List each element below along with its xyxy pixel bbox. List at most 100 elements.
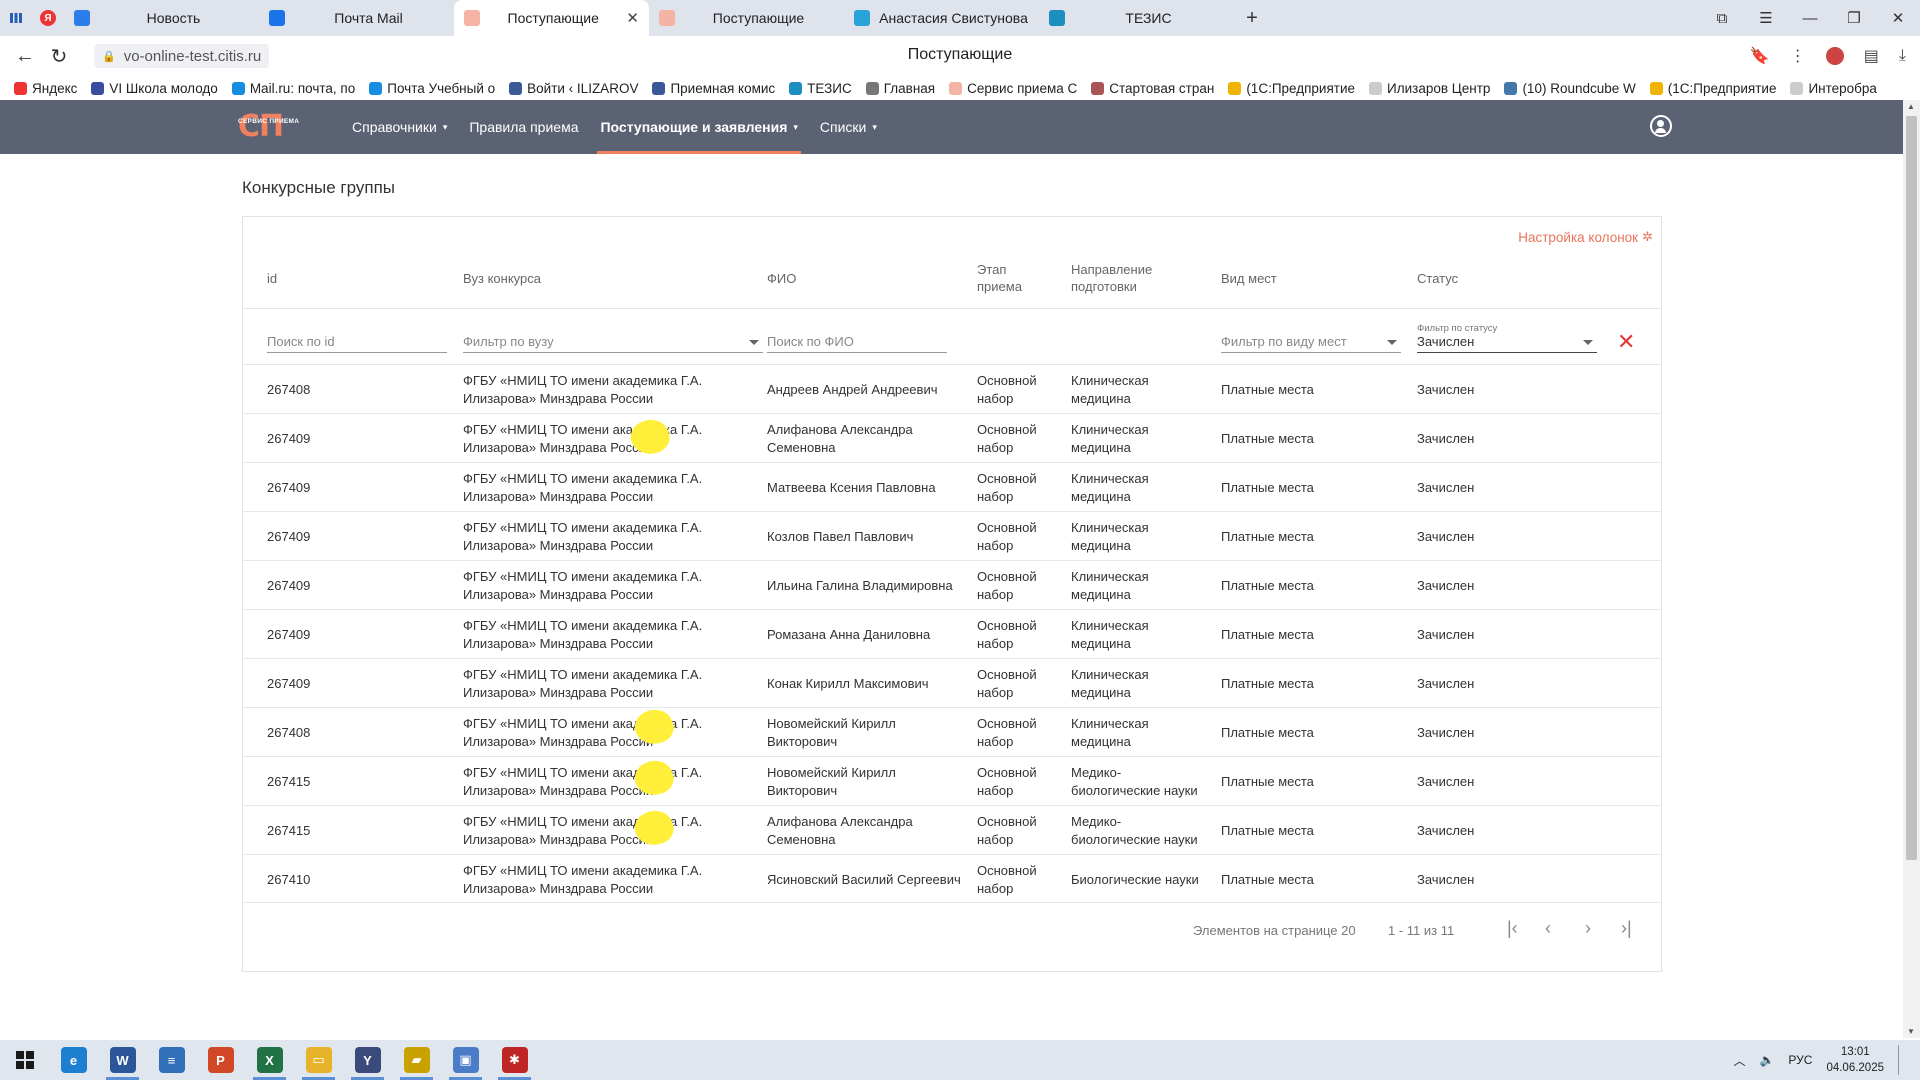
- scroll-up-icon[interactable]: ▲: [1907, 102, 1915, 111]
- yandex-icon[interactable]: Я: [32, 0, 64, 36]
- taskbar-app-app9[interactable]: ▣: [441, 1040, 490, 1080]
- close-tab-icon[interactable]: ✕: [626, 9, 639, 27]
- nav-item[interactable]: Справочники ▾: [352, 100, 447, 154]
- menu-icon[interactable]: ☰: [1744, 9, 1788, 27]
- browser-tab[interactable]: Поступающие: [649, 0, 844, 36]
- column-header-direction[interactable]: Направление подготовки: [1071, 255, 1211, 301]
- scrollbar-thumb[interactable]: [1906, 116, 1917, 860]
- column-header-id[interactable]: id: [267, 255, 447, 301]
- browser-tab[interactable]: Анастасия Свистунова: [844, 0, 1039, 36]
- prev-page-icon[interactable]: ‹: [1545, 918, 1551, 939]
- bookmark-item[interactable]: Mail.ru: почта, по: [231, 81, 355, 96]
- language-indicator[interactable]: РУС: [1788, 1053, 1812, 1067]
- table-row[interactable]: 267409 ФГБУ «НМИЦ ТО имени академика Г.А.…: [243, 658, 1661, 707]
- table-row[interactable]: 267409 ФГБУ «НМИЦ ТО имени академика Г.А.…: [243, 511, 1661, 560]
- seat-type-filter-select[interactable]: Фильтр по виду мест: [1221, 327, 1401, 353]
- bookmark-item[interactable]: Стартовая стран: [1091, 81, 1214, 96]
- bookmarks-bar: Яндекс VI Школа молодо Mail.ru: почта, по П…: [0, 76, 1920, 100]
- bookmark-item[interactable]: Главная: [865, 81, 935, 96]
- table-row[interactable]: 267409 ФГБУ «НМИЦ ТО имени академика Г.А.…: [243, 560, 1661, 609]
- page-scrollbar[interactable]: ▲ ▼: [1903, 100, 1920, 1038]
- taskbar-app-app10[interactable]: ✱: [490, 1040, 539, 1080]
- bookmark-item[interactable]: ТЕЗИС: [789, 81, 852, 96]
- tabs-panel-icon[interactable]: [0, 0, 32, 36]
- downloads-icon[interactable]: ⤓: [1899, 47, 1906, 65]
- minimize-button[interactable]: —: [1788, 10, 1832, 27]
- table-row[interactable]: 267409 ФГБУ «НМИЦ ТО имени академика Г.А.…: [243, 609, 1661, 658]
- taskbar-app-app8[interactable]: ▰: [392, 1040, 441, 1080]
- yandex-icon: Y: [354, 1047, 381, 1073]
- profile-avatar[interactable]: [1825, 47, 1844, 65]
- cell-id: 267408: [267, 724, 311, 740]
- clear-filter-icon[interactable]: ✕: [1617, 329, 1635, 355]
- url-field[interactable]: 🔒 vo-online-test.citis.ru: [94, 44, 270, 68]
- reload-button[interactable]: ↻: [42, 44, 76, 69]
- table-row[interactable]: 267409 ФГБУ «НМИЦ ТО имени академика Г.А.…: [243, 462, 1661, 511]
- column-header-status[interactable]: Статус: [1417, 255, 1607, 301]
- columns-settings-link[interactable]: Настройка колонок ✲: [1518, 229, 1653, 245]
- fio-search-input[interactable]: Поиск по ФИО: [767, 327, 947, 353]
- bookmark-item[interactable]: Приемная комис: [652, 81, 775, 96]
- taskbar-app-word[interactable]: W: [98, 1040, 147, 1080]
- extensions-icon[interactable]: ▤: [1864, 46, 1879, 66]
- notifications-icon[interactable]: [1898, 1045, 1902, 1075]
- bookmark-item[interactable]: Войти ‹ ILIZAROV: [509, 81, 638, 96]
- table-row[interactable]: 267408 ФГБУ «НМИЦ ТО имени академика Г.А.…: [243, 704, 1661, 756]
- back-button[interactable]: ←: [8, 45, 42, 68]
- nav-item[interactable]: Поступающие и заявления ▾: [597, 100, 802, 154]
- bookmark-item[interactable]: Почта Учебный о: [369, 81, 495, 96]
- clock[interactable]: 13:01 04.06.2025: [1826, 1044, 1884, 1076]
- browser-tab[interactable]: Поступающие ✕: [454, 0, 649, 36]
- column-header-stage[interactable]: Этап приема: [977, 255, 1057, 301]
- browser-tab[interactable]: Новость: [64, 0, 259, 36]
- table-row[interactable]: 267408 ФГБУ «НМИЦ ТО имени академика Г.А.…: [243, 364, 1661, 413]
- table-row[interactable]: 267415 ФГБУ «НМИЦ ТО имени академика Г.А.…: [243, 805, 1661, 854]
- scroll-down-icon[interactable]: ▼: [1907, 1027, 1915, 1036]
- start-button[interactable]: [0, 1040, 49, 1080]
- cell-stage: Основной набор: [977, 757, 1057, 806]
- collections-icon[interactable]: ⧉: [1700, 10, 1744, 27]
- bookmark-item[interactable]: (1С:Предприятие: [1649, 81, 1776, 96]
- taskbar-app-edge[interactable]: e: [49, 1040, 98, 1080]
- items-per-page[interactable]: Элементов на странице 20: [1193, 923, 1356, 938]
- browser-tab[interactable]: Почта Mail: [259, 0, 454, 36]
- first-page-icon[interactable]: |‹: [1507, 918, 1518, 939]
- table-row[interactable]: 267410 ФГБУ «НМИЦ ТО имени академика Г.А.…: [243, 854, 1661, 903]
- restore-button[interactable]: ❐: [1832, 9, 1876, 27]
- vuz-filter-select[interactable]: Фильтр по вузу: [463, 327, 763, 353]
- last-page-icon[interactable]: ›|: [1621, 918, 1632, 939]
- cell-line: набор: [977, 488, 1014, 504]
- logo-subtitle: СЕРВИС ПРИЕМА: [238, 118, 300, 125]
- tray-chevron-icon[interactable]: ︿: [1733, 1052, 1745, 1069]
- table-row[interactable]: 267415 ФГБУ «НМИЦ ТО имени академика Г.А.…: [243, 755, 1661, 806]
- bookmark-item[interactable]: (1С:Предприятие: [1228, 81, 1355, 96]
- bookmark-item[interactable]: Сервис приема С: [949, 81, 1077, 96]
- app-logo[interactable]: СП СЕРВИС ПРИЕМА: [238, 109, 304, 145]
- new-tab-button[interactable]: +: [1234, 0, 1270, 36]
- volume-icon[interactable]: 🔈: [1759, 1053, 1774, 1067]
- nav-item[interactable]: Правила приема: [469, 100, 578, 154]
- taskbar-app-explorer[interactable]: ▭: [294, 1040, 343, 1080]
- bookmark-item[interactable]: Яндекс: [14, 81, 77, 96]
- next-page-icon[interactable]: ›: [1585, 918, 1591, 939]
- column-header-seat-type[interactable]: Вид мест: [1221, 255, 1401, 301]
- bookmark-icon[interactable]: 🔖: [1750, 46, 1770, 66]
- status-filter-select[interactable]: Фильтр по статусу Зачислен: [1417, 323, 1597, 353]
- close-window-button[interactable]: ✕: [1876, 9, 1920, 27]
- taskbar-app-app3[interactable]: ≡: [147, 1040, 196, 1080]
- column-header-vuz[interactable]: Вуз конкурса: [463, 255, 733, 301]
- table-row[interactable]: 267409 ФГБУ «НМИЦ ТО имени академика Г.А.…: [243, 413, 1661, 462]
- user-account-icon[interactable]: [1650, 115, 1672, 137]
- taskbar-app-excel[interactable]: X: [245, 1040, 294, 1080]
- id-search-input[interactable]: Поиск по id: [267, 327, 447, 353]
- nav-item[interactable]: Списки ▾: [820, 100, 877, 154]
- bookmark-item[interactable]: VI Школа молодо: [91, 81, 218, 96]
- bookmark-item[interactable]: Илизаров Центр: [1369, 81, 1490, 96]
- taskbar-app-powerpoint[interactable]: P: [196, 1040, 245, 1080]
- browser-tab[interactable]: ТЕЗИС: [1039, 0, 1234, 36]
- bookmark-item[interactable]: (10) Roundcube W: [1504, 81, 1636, 96]
- taskbar-app-yandex[interactable]: Y: [343, 1040, 392, 1080]
- more-icon[interactable]: ⋮: [1790, 46, 1806, 66]
- column-header-fio[interactable]: ФИО: [767, 255, 967, 301]
- bookmark-item[interactable]: Интеробра: [1790, 81, 1877, 96]
